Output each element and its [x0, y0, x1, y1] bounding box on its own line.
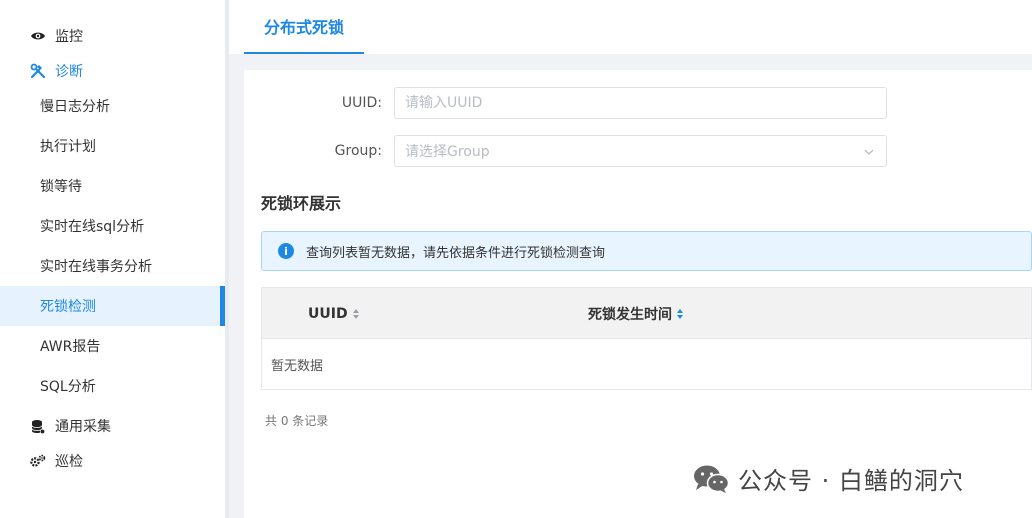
- sidebar-item-label: 锁等待: [40, 179, 82, 195]
- column-header-time[interactable]: 死锁发生时间: [588, 288, 683, 339]
- sidebar-item-awr-report[interactable]: AWR报告: [0, 326, 225, 366]
- empty-text: 暂无数据: [271, 358, 324, 374]
- deadlock-table: UUID 死锁发生时间 暂无数据: [261, 287, 1032, 390]
- column-header-label: UUID: [308, 305, 348, 322]
- sidebar-group-monitor[interactable]: 监控: [0, 19, 225, 53]
- sidebar-group-collect[interactable]: 通用采集: [0, 409, 225, 443]
- sidebar: 监控 诊断 慢日志分析 执行计划 锁等待 实时在线sql分析 实时在线事务分析 …: [0, 0, 225, 518]
- sidebar-group-label: 诊断: [55, 64, 83, 80]
- tab-distributed-deadlock[interactable]: 分布式死锁: [244, 0, 364, 54]
- sidebar-item-deadlock[interactable]: 死锁检测: [0, 286, 225, 326]
- sidebar-item-label: 执行计划: [40, 139, 96, 155]
- uuid-input[interactable]: [394, 87, 887, 119]
- sidebar-group-label: 巡检: [55, 454, 83, 470]
- sidebar-group-label: 监控: [55, 29, 83, 45]
- column-header-label: 死锁发生时间: [588, 306, 672, 323]
- sidebar-group-diagnose[interactable]: 诊断: [0, 54, 225, 88]
- content-panel: UUID: Group: 请选择Group 死锁环展示 i 查询列表暂无数据，请…: [244, 70, 1032, 518]
- database-icon: [30, 418, 46, 434]
- sidebar-item-lock-wait[interactable]: 锁等待: [0, 166, 225, 206]
- sidebar-item-label: 死锁检测: [40, 299, 96, 315]
- sidebar-item-label: AWR报告: [40, 339, 101, 355]
- sidebar-item-label: 实时在线sql分析: [40, 219, 145, 235]
- wechat-icon: [694, 465, 730, 493]
- sidebar-group-inspect[interactable]: 巡检: [0, 444, 225, 478]
- sidebar-item-exec-plan[interactable]: 执行计划: [0, 126, 225, 166]
- info-alert: i 查询列表暂无数据，请先依据条件进行死锁检测查询: [261, 231, 1032, 271]
- gears-icon: [30, 453, 46, 469]
- sidebar-item-realtime-trx[interactable]: 实时在线事务分析: [0, 246, 225, 286]
- group-select[interactable]: 请选择Group: [394, 135, 887, 167]
- group-select-placeholder: 请选择Group: [405, 144, 490, 160]
- sort-icon[interactable]: [352, 308, 359, 319]
- watermark-text: 公众号 · 白鳝的洞穴: [738, 467, 964, 495]
- uuid-form-row: UUID:: [244, 87, 887, 119]
- group-label: Group:: [334, 143, 382, 159]
- chevron-down-icon: [864, 149, 874, 155]
- eye-icon: [30, 28, 46, 44]
- column-header-uuid[interactable]: UUID: [308, 288, 359, 339]
- section-title: 死锁环展示: [261, 194, 342, 213]
- sidebar-item-sql-analysis[interactable]: SQL分析: [0, 366, 225, 406]
- main-area: 分布式死锁 UUID: Group: 请选择Group 死锁环展示 i 查询列表…: [229, 0, 1032, 518]
- uuid-label: UUID:: [341, 95, 382, 111]
- sidebar-item-label: SQL分析: [40, 379, 96, 395]
- sidebar-item-slow-log[interactable]: 慢日志分析: [0, 86, 225, 126]
- sidebar-item-realtime-sql[interactable]: 实时在线sql分析: [0, 206, 225, 246]
- alert-text: 查询列表暂无数据，请先依据条件进行死锁检测查询: [306, 245, 606, 261]
- group-form-row: Group: 请选择Group: [244, 135, 887, 167]
- tab-bar: 分布式死锁: [229, 0, 1032, 54]
- sidebar-item-label: 实时在线事务分析: [40, 259, 152, 275]
- total-count: 共 0 条记录: [265, 414, 329, 428]
- table-empty-row: 暂无数据: [262, 339, 1031, 389]
- sidebar-item-label: 慢日志分析: [40, 99, 110, 115]
- sort-icon[interactable]: [677, 308, 683, 319]
- sidebar-group-label: 通用采集: [55, 419, 111, 435]
- info-icon: i: [278, 243, 294, 259]
- tools-icon: [30, 63, 46, 79]
- watermark: 公众号 · 白鳝的洞穴: [692, 461, 964, 496]
- table-header: UUID 死锁发生时间: [262, 288, 1031, 339]
